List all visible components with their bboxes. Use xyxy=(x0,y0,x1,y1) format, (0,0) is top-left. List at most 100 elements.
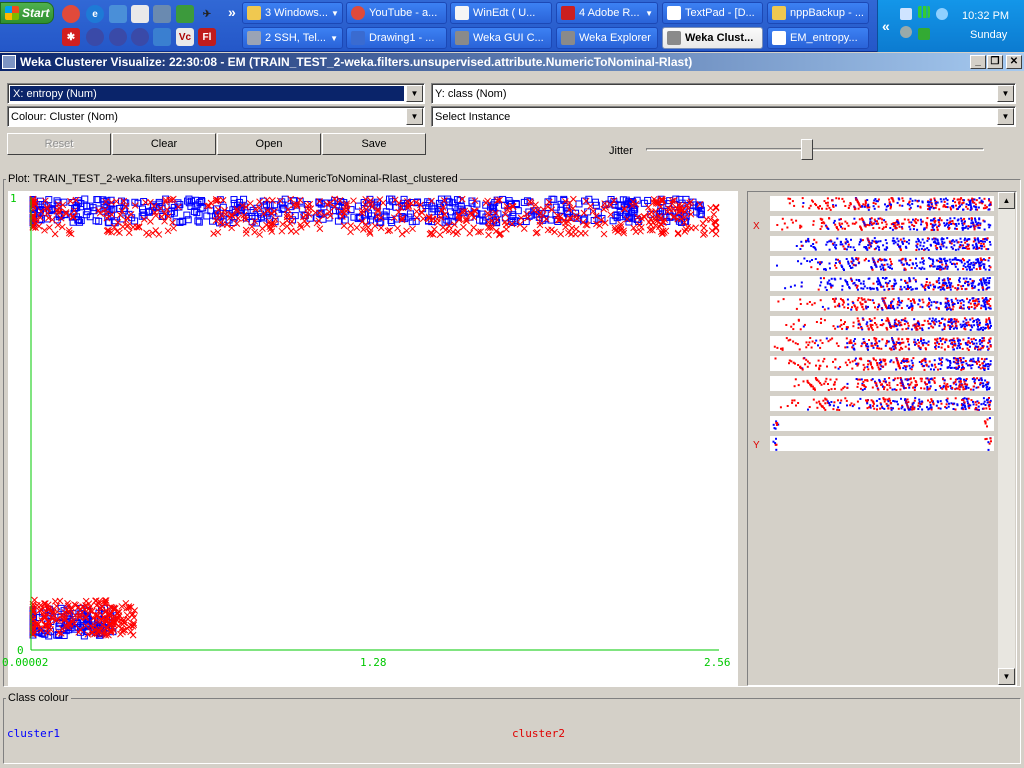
data-point-cluster2[interactable] xyxy=(682,225,690,233)
data-point-cluster2[interactable] xyxy=(577,229,585,237)
data-point-cluster2[interactable] xyxy=(350,197,357,205)
taskbar-button-windows[interactable]: 3 Windows... ▼ xyxy=(242,2,343,24)
data-point-cluster2[interactable] xyxy=(347,228,354,236)
legend-cluster2[interactable]: cluster2 xyxy=(512,727,565,740)
taskbar-button-drawing1[interactable]: Drawing1 - ... xyxy=(346,27,447,49)
data-point-cluster2[interactable] xyxy=(129,223,137,231)
x-axis-select[interactable]: X: entropy (Num) ▼ xyxy=(7,83,425,104)
signal-icon[interactable] xyxy=(918,6,930,18)
attribute-bar[interactable] xyxy=(770,236,994,251)
close-button[interactable]: ✕ xyxy=(1006,55,1022,69)
data-point-cluster2[interactable] xyxy=(454,228,462,236)
clear-button[interactable]: Clear xyxy=(112,133,216,155)
data-point-cluster2[interactable] xyxy=(409,225,416,233)
data-point-cluster2[interactable] xyxy=(347,222,355,229)
chevron-down-icon[interactable]: ▼ xyxy=(997,108,1014,125)
restore-button[interactable]: ❐ xyxy=(987,55,1003,69)
scroll-up-icon[interactable]: ▲ xyxy=(998,192,1015,209)
data-point-cluster2[interactable] xyxy=(413,208,421,215)
chevron-down-icon[interactable]: ▼ xyxy=(406,108,423,125)
attribute-bar[interactable] xyxy=(770,356,994,371)
data-point-cluster2[interactable] xyxy=(256,198,263,206)
clock-time[interactable]: 10:32 PM xyxy=(962,10,1009,22)
taskbar-button-adobe[interactable]: 4 Adobe R... ▼ xyxy=(556,2,658,24)
sync-icon[interactable] xyxy=(176,5,194,23)
data-point-cluster2[interactable] xyxy=(557,230,565,238)
data-point-cluster2[interactable] xyxy=(418,209,426,216)
data-point-cluster2[interactable] xyxy=(303,221,311,228)
flash-icon[interactable]: Fl xyxy=(198,28,216,46)
data-point-cluster2[interactable] xyxy=(485,231,492,239)
data-point-cluster2[interactable] xyxy=(707,204,714,212)
data-point-cluster2[interactable] xyxy=(562,223,569,231)
data-point-cluster2[interactable] xyxy=(259,225,266,232)
taskbar-button-youtube[interactable]: YouTube - a... xyxy=(346,2,447,24)
taskbar-button-winedt[interactable]: WinEdt ( U... xyxy=(450,2,552,24)
start-button[interactable]: Start xyxy=(0,2,54,24)
data-point-cluster2[interactable] xyxy=(316,225,324,233)
taskbar-button-weka-gui[interactable]: Weka GUI C... xyxy=(450,27,552,49)
data-point-cluster2[interactable] xyxy=(452,230,460,238)
data-point-cluster2[interactable] xyxy=(712,203,720,211)
scroll-down-icon[interactable]: ▼ xyxy=(998,668,1015,685)
quicklaunch-chevron-icon[interactable]: » xyxy=(228,4,236,20)
attribute-bar[interactable] xyxy=(770,196,994,211)
taskbar-button-weka-explorer[interactable]: Weka Explorer xyxy=(556,27,658,49)
volume-icon[interactable] xyxy=(900,26,912,38)
data-point-cluster2[interactable] xyxy=(572,225,580,233)
attribute-bar[interactable] xyxy=(770,296,994,311)
data-point-cluster2[interactable] xyxy=(129,631,137,639)
data-point-cluster2[interactable] xyxy=(502,225,510,233)
power-icon[interactable] xyxy=(918,28,930,40)
data-point-cluster2[interactable] xyxy=(712,204,720,212)
data-point-cluster2[interactable] xyxy=(699,220,707,227)
data-point-cluster2[interactable] xyxy=(287,227,295,235)
jitter-slider-track[interactable] xyxy=(646,148,984,151)
data-point-cluster2[interactable] xyxy=(436,231,444,239)
colour-select[interactable]: Colour: Cluster (Nom) ▼ xyxy=(7,106,425,127)
data-point-cluster2[interactable] xyxy=(600,230,608,238)
data-point-cluster2[interactable] xyxy=(634,213,642,221)
data-point-cluster1[interactable] xyxy=(185,199,193,207)
scatter-plot-svg[interactable] xyxy=(8,191,738,686)
data-point-cluster2[interactable] xyxy=(278,227,286,235)
data-point-cluster2[interactable] xyxy=(234,214,242,222)
attribute-bar[interactable] xyxy=(770,376,994,391)
minimize-button[interactable]: _ xyxy=(970,55,986,69)
data-point-cluster2[interactable] xyxy=(170,224,177,232)
data-point-cluster2[interactable] xyxy=(326,208,333,216)
virtualbox-icon[interactable] xyxy=(153,28,171,46)
data-point-cluster2[interactable] xyxy=(551,228,558,236)
taskbar-button-weka-clusterer[interactable]: Weka Clust... xyxy=(662,27,763,49)
data-point-cluster2[interactable] xyxy=(169,219,176,226)
legend-cluster1[interactable]: cluster1 xyxy=(7,727,60,740)
data-point-cluster2[interactable] xyxy=(637,227,644,235)
attribute-bar[interactable] xyxy=(770,316,994,331)
data-point-cluster2[interactable] xyxy=(674,229,682,237)
data-point-cluster2[interactable] xyxy=(207,199,215,207)
attribute-bar[interactable] xyxy=(770,416,994,431)
data-point-cluster2[interactable] xyxy=(394,224,401,232)
attribute-bar[interactable] xyxy=(770,216,994,231)
attribute-bar[interactable] xyxy=(770,276,994,291)
attribute-bar[interactable] xyxy=(770,336,994,351)
ie-icon[interactable]: e xyxy=(86,5,104,23)
open-button[interactable]: Open xyxy=(217,133,321,155)
outlook-icon[interactable] xyxy=(131,5,149,23)
data-point-cluster2[interactable] xyxy=(460,223,467,231)
reset-button[interactable]: Reset xyxy=(7,133,111,155)
chevron-down-icon[interactable]: ▼ xyxy=(406,85,423,102)
data-point-cluster2[interactable] xyxy=(147,218,154,225)
data-point-cluster2[interactable] xyxy=(51,230,59,238)
data-point-cluster2[interactable] xyxy=(466,229,474,237)
data-point-cluster2[interactable] xyxy=(53,602,60,610)
data-point-cluster2[interactable] xyxy=(544,226,552,234)
data-point-cluster2[interactable] xyxy=(56,597,64,605)
eclipse3-icon[interactable] xyxy=(131,28,149,46)
data-point-cluster2[interactable] xyxy=(119,223,127,230)
data-point-cluster2[interactable] xyxy=(340,222,348,230)
weka-bird-icon[interactable]: ✈ xyxy=(198,5,216,23)
data-point-cluster2[interactable] xyxy=(403,227,410,235)
taskbar-button-textpad[interactable]: TextPad - [D... xyxy=(662,2,763,24)
data-point-cluster2[interactable] xyxy=(246,200,254,207)
